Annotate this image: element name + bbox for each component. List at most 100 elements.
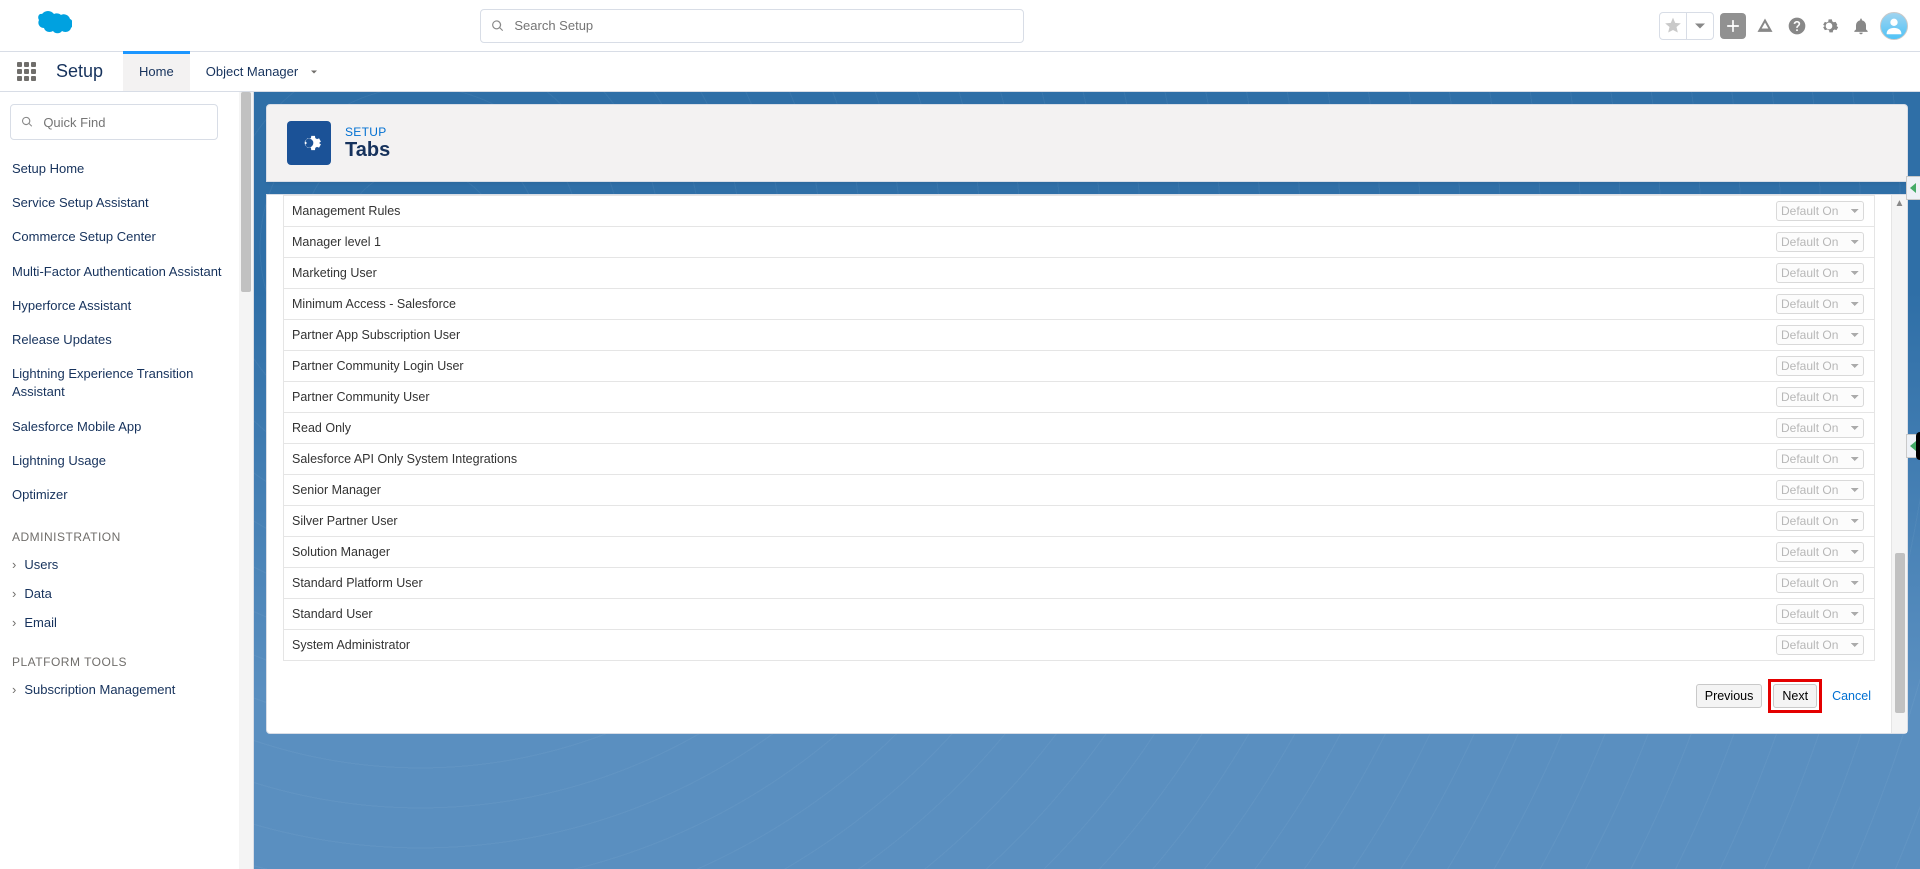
visibility-select[interactable]: Default On	[1776, 480, 1864, 500]
visibility-select-cell: Default On	[1615, 475, 1875, 506]
scrollbar-thumb[interactable]	[1895, 553, 1905, 713]
visibility-select-cell: Default On	[1615, 413, 1875, 444]
visibility-select[interactable]: Default On	[1776, 542, 1864, 562]
tab-label: Home	[139, 64, 174, 79]
sidebar-item-mfa-assistant[interactable]: Multi-Factor Authentication Assistant	[10, 255, 229, 289]
sidebar-item-users[interactable]: ›Users	[10, 550, 229, 579]
sidebar-item-lightning-usage[interactable]: Lightning Usage	[10, 444, 229, 478]
visibility-select-cell: Default On	[1615, 599, 1875, 630]
sidebar-item-salesforce-mobile-app[interactable]: Salesforce Mobile App	[10, 410, 229, 444]
global-search[interactable]	[480, 9, 1024, 43]
sidebar-item-commerce-setup-center[interactable]: Commerce Setup Center	[10, 220, 229, 254]
quick-find[interactable]	[10, 104, 218, 140]
visibility-select-cell: Default On	[1615, 568, 1875, 599]
sidebar-item-service-setup-assistant[interactable]: Service Setup Assistant	[10, 186, 229, 220]
chevron-right-icon: ›	[12, 615, 16, 630]
visibility-select[interactable]: Default On	[1776, 325, 1864, 345]
app-name: Setup	[52, 52, 123, 91]
sidebar-item-email[interactable]: ›Email	[10, 608, 229, 637]
visibility-select-cell: Default On	[1615, 320, 1875, 351]
quick-find-input[interactable]	[43, 115, 207, 130]
table-row: Partner App Subscription UserDefault On	[284, 320, 1875, 351]
visibility-select-cell: Default On	[1615, 537, 1875, 568]
global-search-input[interactable]	[514, 18, 1013, 33]
app-launcher-button[interactable]	[0, 52, 52, 91]
waffle-icon	[17, 62, 36, 81]
dock-panel-toggle[interactable]	[1906, 176, 1920, 200]
trailhead-icon[interactable]	[1752, 13, 1778, 39]
sidebar-item-release-updates[interactable]: Release Updates	[10, 323, 229, 357]
table-row: System Administrator Default On	[284, 630, 1875, 661]
visibility-select[interactable]: Default On	[1776, 356, 1864, 376]
scroll-up-arrow-icon[interactable]: ▲	[1892, 195, 1907, 211]
profile-name-cell: System Administrator	[284, 630, 1615, 661]
global-add-button[interactable]	[1720, 13, 1746, 39]
visibility-select[interactable]: Default On	[1776, 604, 1864, 624]
user-avatar[interactable]	[1880, 12, 1908, 40]
table-row: Standard Platform User Default On	[284, 568, 1875, 599]
table-row: Solution Manager Default On	[284, 537, 1875, 568]
sidebar-scroll: Setup Home Service Setup Assistant Comme…	[0, 92, 239, 869]
profile-name-cell: Silver Partner User	[284, 506, 1615, 537]
sidebar-item-setup-home[interactable]: Setup Home	[10, 152, 229, 186]
inner-scroll-area: Management RulesDefault OnManager level …	[267, 195, 1891, 733]
global-search-wrap	[480, 9, 1024, 43]
sidebar-scrollbar[interactable]	[239, 92, 253, 869]
visibility-select[interactable]: Default On	[1776, 387, 1864, 407]
visibility-select[interactable]: Default On	[1776, 573, 1864, 593]
favorite-star-button[interactable]	[1660, 13, 1686, 39]
chevron-right-icon: ›	[12, 586, 16, 601]
visibility-select-cell: Default On	[1615, 351, 1875, 382]
table-row: Read Only Default On	[284, 413, 1875, 444]
visibility-select[interactable]: Default On	[1776, 232, 1864, 252]
tab-home[interactable]: Home	[123, 52, 190, 91]
profile-name-cell: Read Only	[284, 413, 1615, 444]
visibility-select-cell: Default On	[1615, 258, 1875, 289]
table-row: Salesforce API Only System IntegrationsD…	[284, 444, 1875, 475]
chevron-right-icon: ›	[12, 557, 16, 572]
visibility-select[interactable]: Default On	[1776, 294, 1864, 314]
content-scrollbar[interactable]: ▲	[1891, 195, 1907, 733]
profile-name-cell: Standard User	[284, 599, 1615, 630]
scrollbar-thumb[interactable]	[241, 92, 251, 292]
profile-name-cell: Manager level 1	[284, 227, 1615, 258]
profile-name-cell: Standard Platform User	[284, 568, 1615, 599]
page-title: Tabs	[345, 139, 390, 162]
visibility-select-cell: Default On	[1615, 506, 1875, 537]
setup-sidebar: Setup Home Service Setup Assistant Comme…	[0, 92, 254, 869]
table-row: Silver Partner User Default On	[284, 506, 1875, 537]
content-area: SETUP Tabs Management RulesDefault OnMan…	[254, 92, 1920, 869]
visibility-select[interactable]: Default On	[1776, 511, 1864, 531]
visibility-select-cell: Default On	[1615, 289, 1875, 320]
salesforce-logo	[20, 8, 72, 44]
next-button[interactable]: Next	[1773, 684, 1817, 708]
sidebar-item-lex-transition-assistant[interactable]: Lightning Experience Transition Assistan…	[10, 357, 229, 409]
visibility-select-cell: Default On	[1615, 227, 1875, 258]
sidebar-item-data[interactable]: ›Data	[10, 579, 229, 608]
setup-gear-icon[interactable]	[1816, 13, 1842, 39]
help-icon[interactable]	[1784, 13, 1810, 39]
profile-name-cell: Senior Manager	[284, 475, 1615, 506]
visibility-select-cell: Default On	[1615, 630, 1875, 661]
visibility-select-cell: Default On	[1615, 382, 1875, 413]
notifications-bell-icon[interactable]	[1848, 13, 1874, 39]
cancel-link[interactable]: Cancel	[1832, 689, 1871, 703]
search-icon	[491, 19, 504, 33]
sidebar-item-optimizer[interactable]: Optimizer	[10, 478, 229, 512]
tab-object-manager[interactable]: Object Manager	[190, 52, 337, 91]
visibility-select[interactable]: Default On	[1776, 263, 1864, 283]
table-row: Minimum Access - Salesforce Default On	[284, 289, 1875, 320]
visibility-select[interactable]: Default On	[1776, 418, 1864, 438]
table-row: Partner Community UserDefault On	[284, 382, 1875, 413]
visibility-select[interactable]: Default On	[1776, 449, 1864, 469]
visibility-select[interactable]: Default On	[1776, 201, 1864, 221]
profile-name-cell: Solution Manager	[284, 537, 1615, 568]
sidebar-item-hyperforce-assistant[interactable]: Hyperforce Assistant	[10, 289, 229, 323]
table-row: Standard User Default On	[284, 599, 1875, 630]
previous-button[interactable]: Previous	[1696, 684, 1763, 708]
context-bar: Setup Home Object Manager	[0, 52, 1920, 92]
favorite-dropdown-button[interactable]	[1687, 13, 1713, 39]
profile-name-cell: Minimum Access - Salesforce	[284, 289, 1615, 320]
sidebar-item-subscription-management[interactable]: ›Subscription Management	[10, 675, 229, 704]
visibility-select[interactable]: Default On	[1776, 635, 1864, 655]
